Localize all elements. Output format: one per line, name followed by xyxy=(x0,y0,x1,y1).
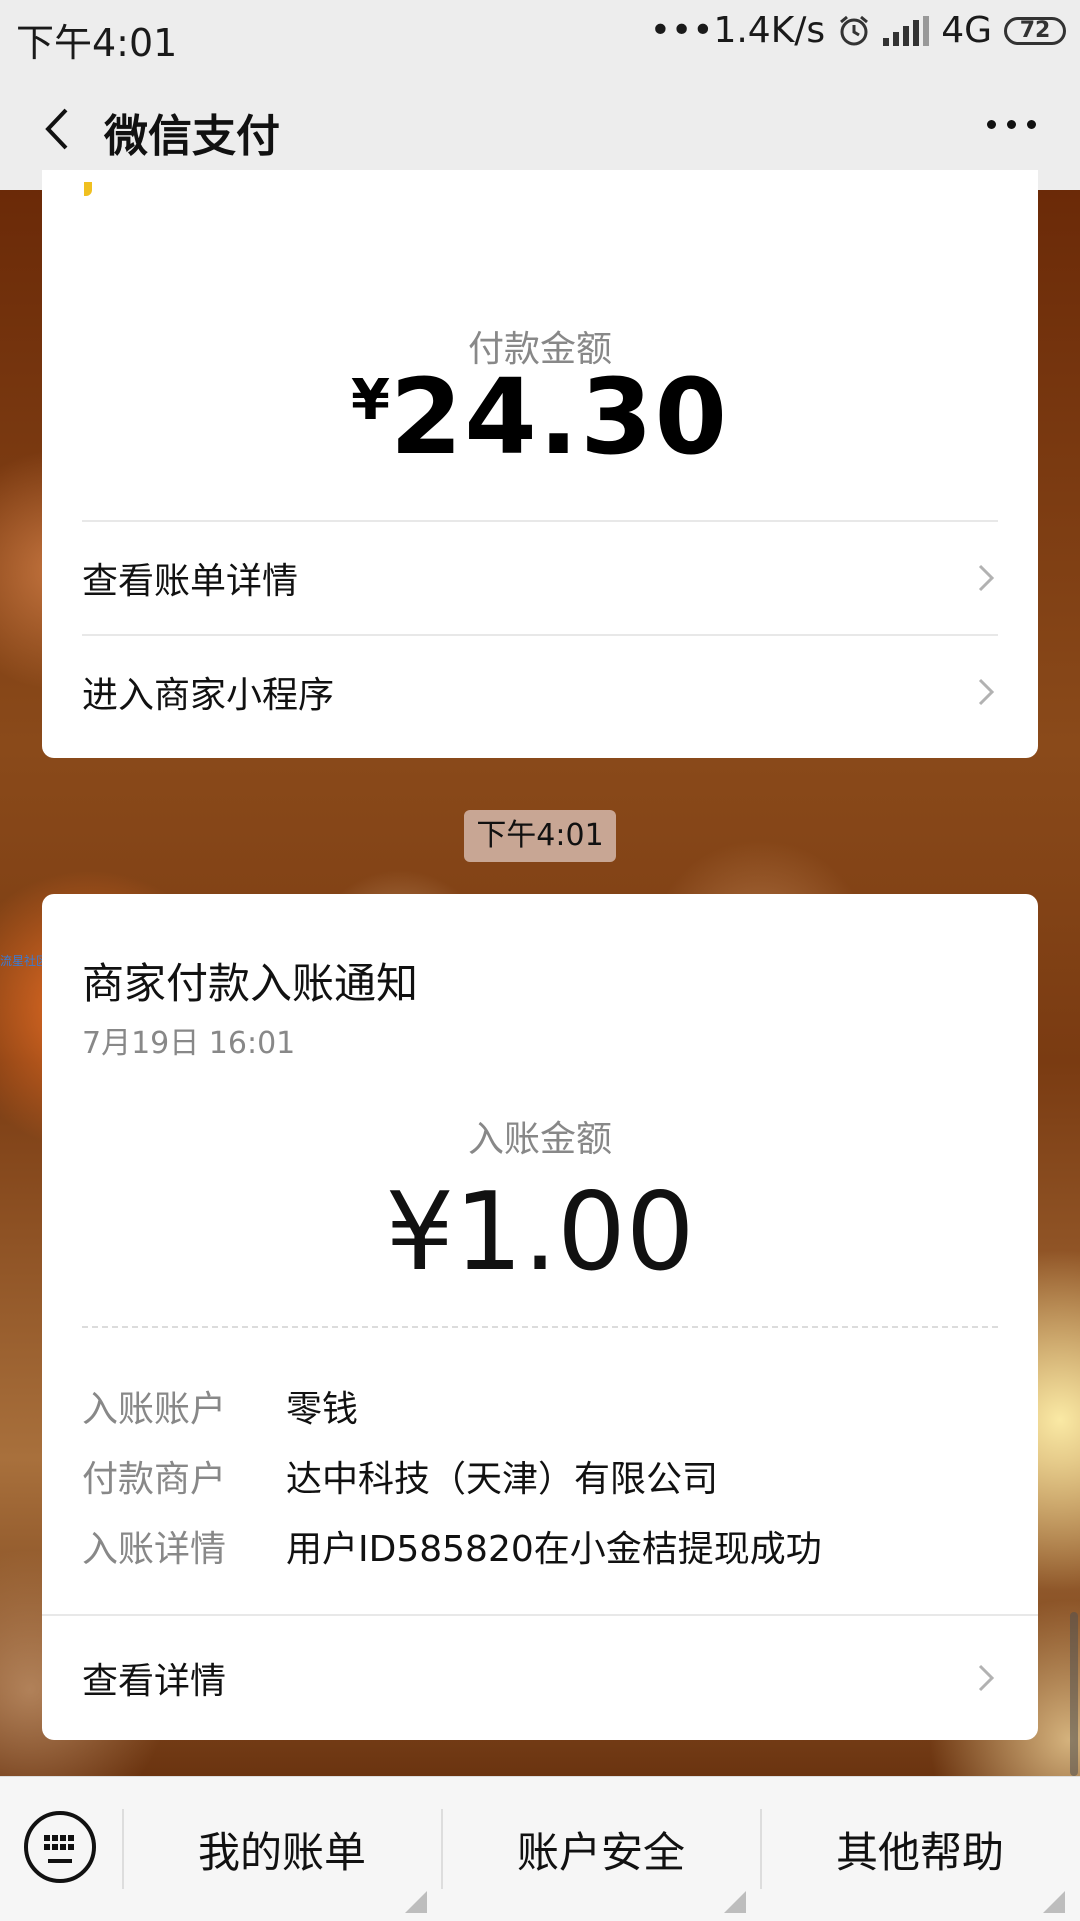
detail-key: 入账详情 xyxy=(82,1529,227,1570)
notice-date: 7月19日 16:01 xyxy=(82,1026,296,1061)
net-speed: •••1.4K/s xyxy=(649,10,826,51)
network-type: 4G xyxy=(941,10,992,51)
detail-key: 付款商户 xyxy=(82,1459,227,1500)
detail-row-merchant: 付款商户 达中科技（天津）有限公司 xyxy=(82,1450,718,1502)
alarm-icon xyxy=(840,15,869,45)
battery-level: 72 xyxy=(1019,18,1051,43)
notice-title: 商家付款入账通知 xyxy=(82,959,419,1008)
chevron-right-icon xyxy=(978,564,995,592)
submenu-corner-icon xyxy=(724,1891,746,1913)
back-arrow-icon[interactable] xyxy=(36,106,82,152)
menu-my-bills[interactable]: 我的账单 xyxy=(123,1777,441,1921)
income-notice-card[interactable]: 商家付款入账通知 7月19日 16:01 入账金额 ¥1.00 入账账户 零钱 … xyxy=(42,894,1038,1740)
status-bar: 下午4:01 •••1.4K/s 4G 72 xyxy=(0,0,1080,68)
submenu-corner-icon xyxy=(1043,1891,1065,1913)
card-mark xyxy=(84,182,92,196)
merchant-miniprogram-label: 进入商家小程序 xyxy=(82,675,335,716)
view-bill-details-label: 查看账单详情 xyxy=(82,561,299,602)
detail-row-account: 入账账户 零钱 xyxy=(82,1380,358,1432)
income-amount: ¥1.00 xyxy=(385,1170,695,1295)
income-amount-label: 入账金额 xyxy=(467,1119,612,1160)
merchant-miniprogram-link[interactable]: 进入商家小程序 xyxy=(82,634,998,748)
payment-card: 付款金额 ¥24.30 查看账单详情 进入商家小程序 xyxy=(42,170,1038,758)
status-time: 下午4:01 xyxy=(16,21,178,65)
signal-icon xyxy=(883,15,930,46)
payment-amount: ¥24.30 xyxy=(42,356,1038,478)
menu-other-help[interactable]: 其他帮助 xyxy=(761,1777,1079,1921)
menu-other-help-label: 其他帮助 xyxy=(835,1827,1004,1877)
menu-account-security-label: 账户安全 xyxy=(516,1827,685,1877)
view-details-link[interactable]: 查看详情 xyxy=(82,1616,998,1740)
chevron-right-icon xyxy=(978,678,995,706)
detail-value: 用户ID585820在小金桔提现成功 xyxy=(286,1529,822,1570)
watermark: 流星社区 xyxy=(0,954,49,968)
menu-my-bills-label: 我的账单 xyxy=(197,1827,366,1877)
status-indicators: •••1.4K/s 4G 72 xyxy=(650,10,1066,51)
submenu-corner-icon xyxy=(405,1891,427,1913)
more-options-icon[interactable] xyxy=(987,120,1036,129)
scroll-indicator xyxy=(1070,1612,1078,1776)
detail-value: 零钱 xyxy=(286,1389,359,1430)
battery-icon: 72 xyxy=(1004,16,1066,45)
dashed-divider xyxy=(82,1326,998,1328)
chevron-right-icon xyxy=(978,1664,995,1692)
detail-row-description: 入账详情 用户ID585820在小金桔提现成功 xyxy=(82,1520,822,1572)
view-details-label: 查看详情 xyxy=(82,1661,227,1702)
currency-symbol: ¥ xyxy=(351,368,390,433)
page-title: 微信支付 xyxy=(104,111,280,162)
payment-amount-value: 24.30 xyxy=(390,356,729,478)
message-time-badge: 下午4:01 xyxy=(464,810,616,862)
keyboard-icon[interactable] xyxy=(24,1811,96,1883)
detail-key: 入账账户 xyxy=(82,1389,227,1430)
detail-value: 达中科技（天津）有限公司 xyxy=(286,1459,719,1500)
menu-account-security[interactable]: 账户安全 xyxy=(442,1777,760,1921)
view-bill-details-link[interactable]: 查看账单详情 xyxy=(82,520,998,634)
bottom-menu-bar: 我的账单 账户安全 其他帮助 xyxy=(0,1776,1080,1921)
